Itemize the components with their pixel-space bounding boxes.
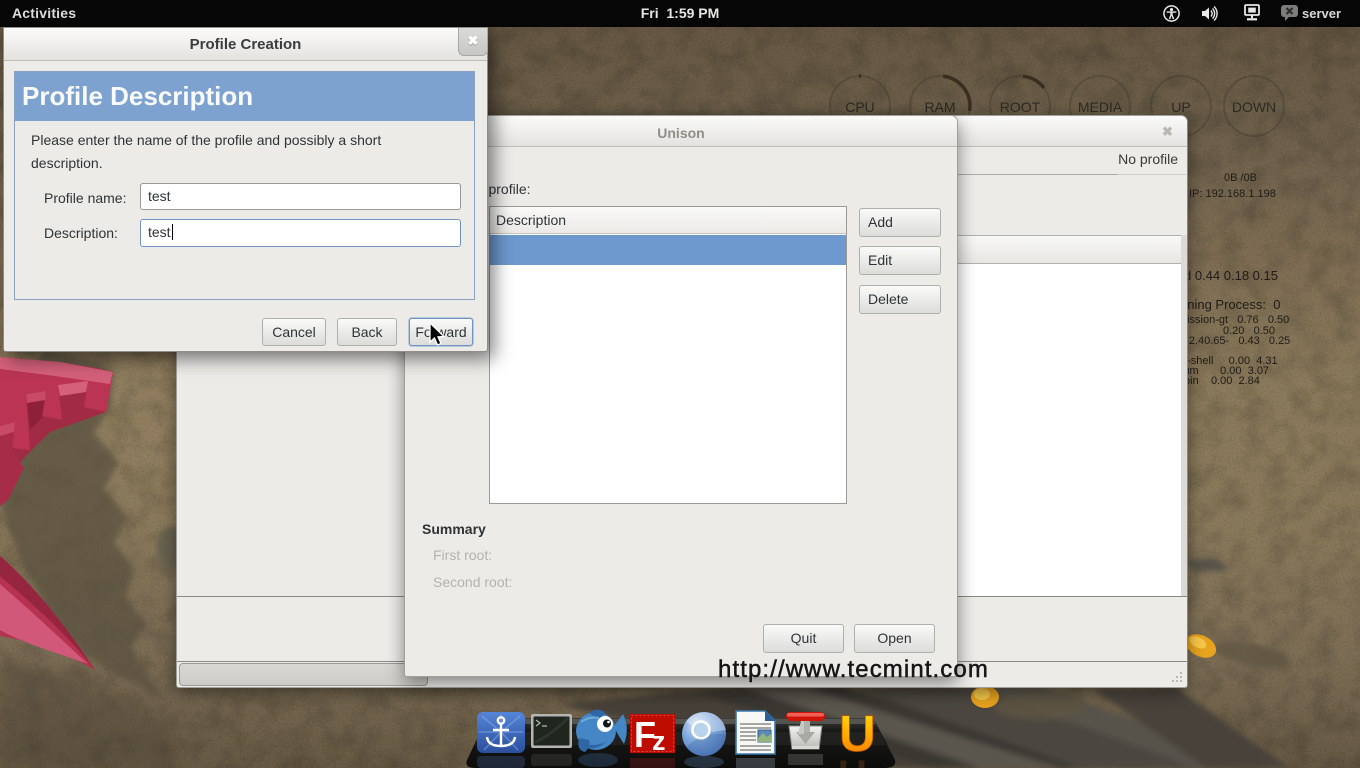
svg-text:CPU: CPU [845, 99, 875, 115]
svg-text:IP: 192.168.1.198: IP: 192.168.1.198 [1189, 188, 1276, 200]
svg-text:U: U [838, 753, 867, 768]
svg-text:DOWN: DOWN [1232, 99, 1276, 115]
svg-text:ROOT: ROOT [1000, 99, 1041, 115]
svg-text:nning Process: 0: nning Process: 0 [1180, 297, 1280, 312]
svg-text:n-2.40.65- 0.43 0.25: n-2.40.65- 0.43 0.25 [1179, 335, 1290, 347]
svg-text:0B /0B: 0B /0B [1224, 172, 1257, 184]
svg-text:RAM: RAM [924, 99, 955, 115]
svg-text:.bin 0.00 2.84: .bin 0.00 2.84 [1181, 375, 1260, 387]
svg-text:UP: UP [1171, 99, 1190, 115]
svg-text:d 0.44 0.18 0.15: d 0.44 0.18 0.15 [1184, 268, 1278, 283]
svg-text:z: z [652, 726, 666, 756]
svg-text:MEDIA: MEDIA [1078, 99, 1123, 115]
